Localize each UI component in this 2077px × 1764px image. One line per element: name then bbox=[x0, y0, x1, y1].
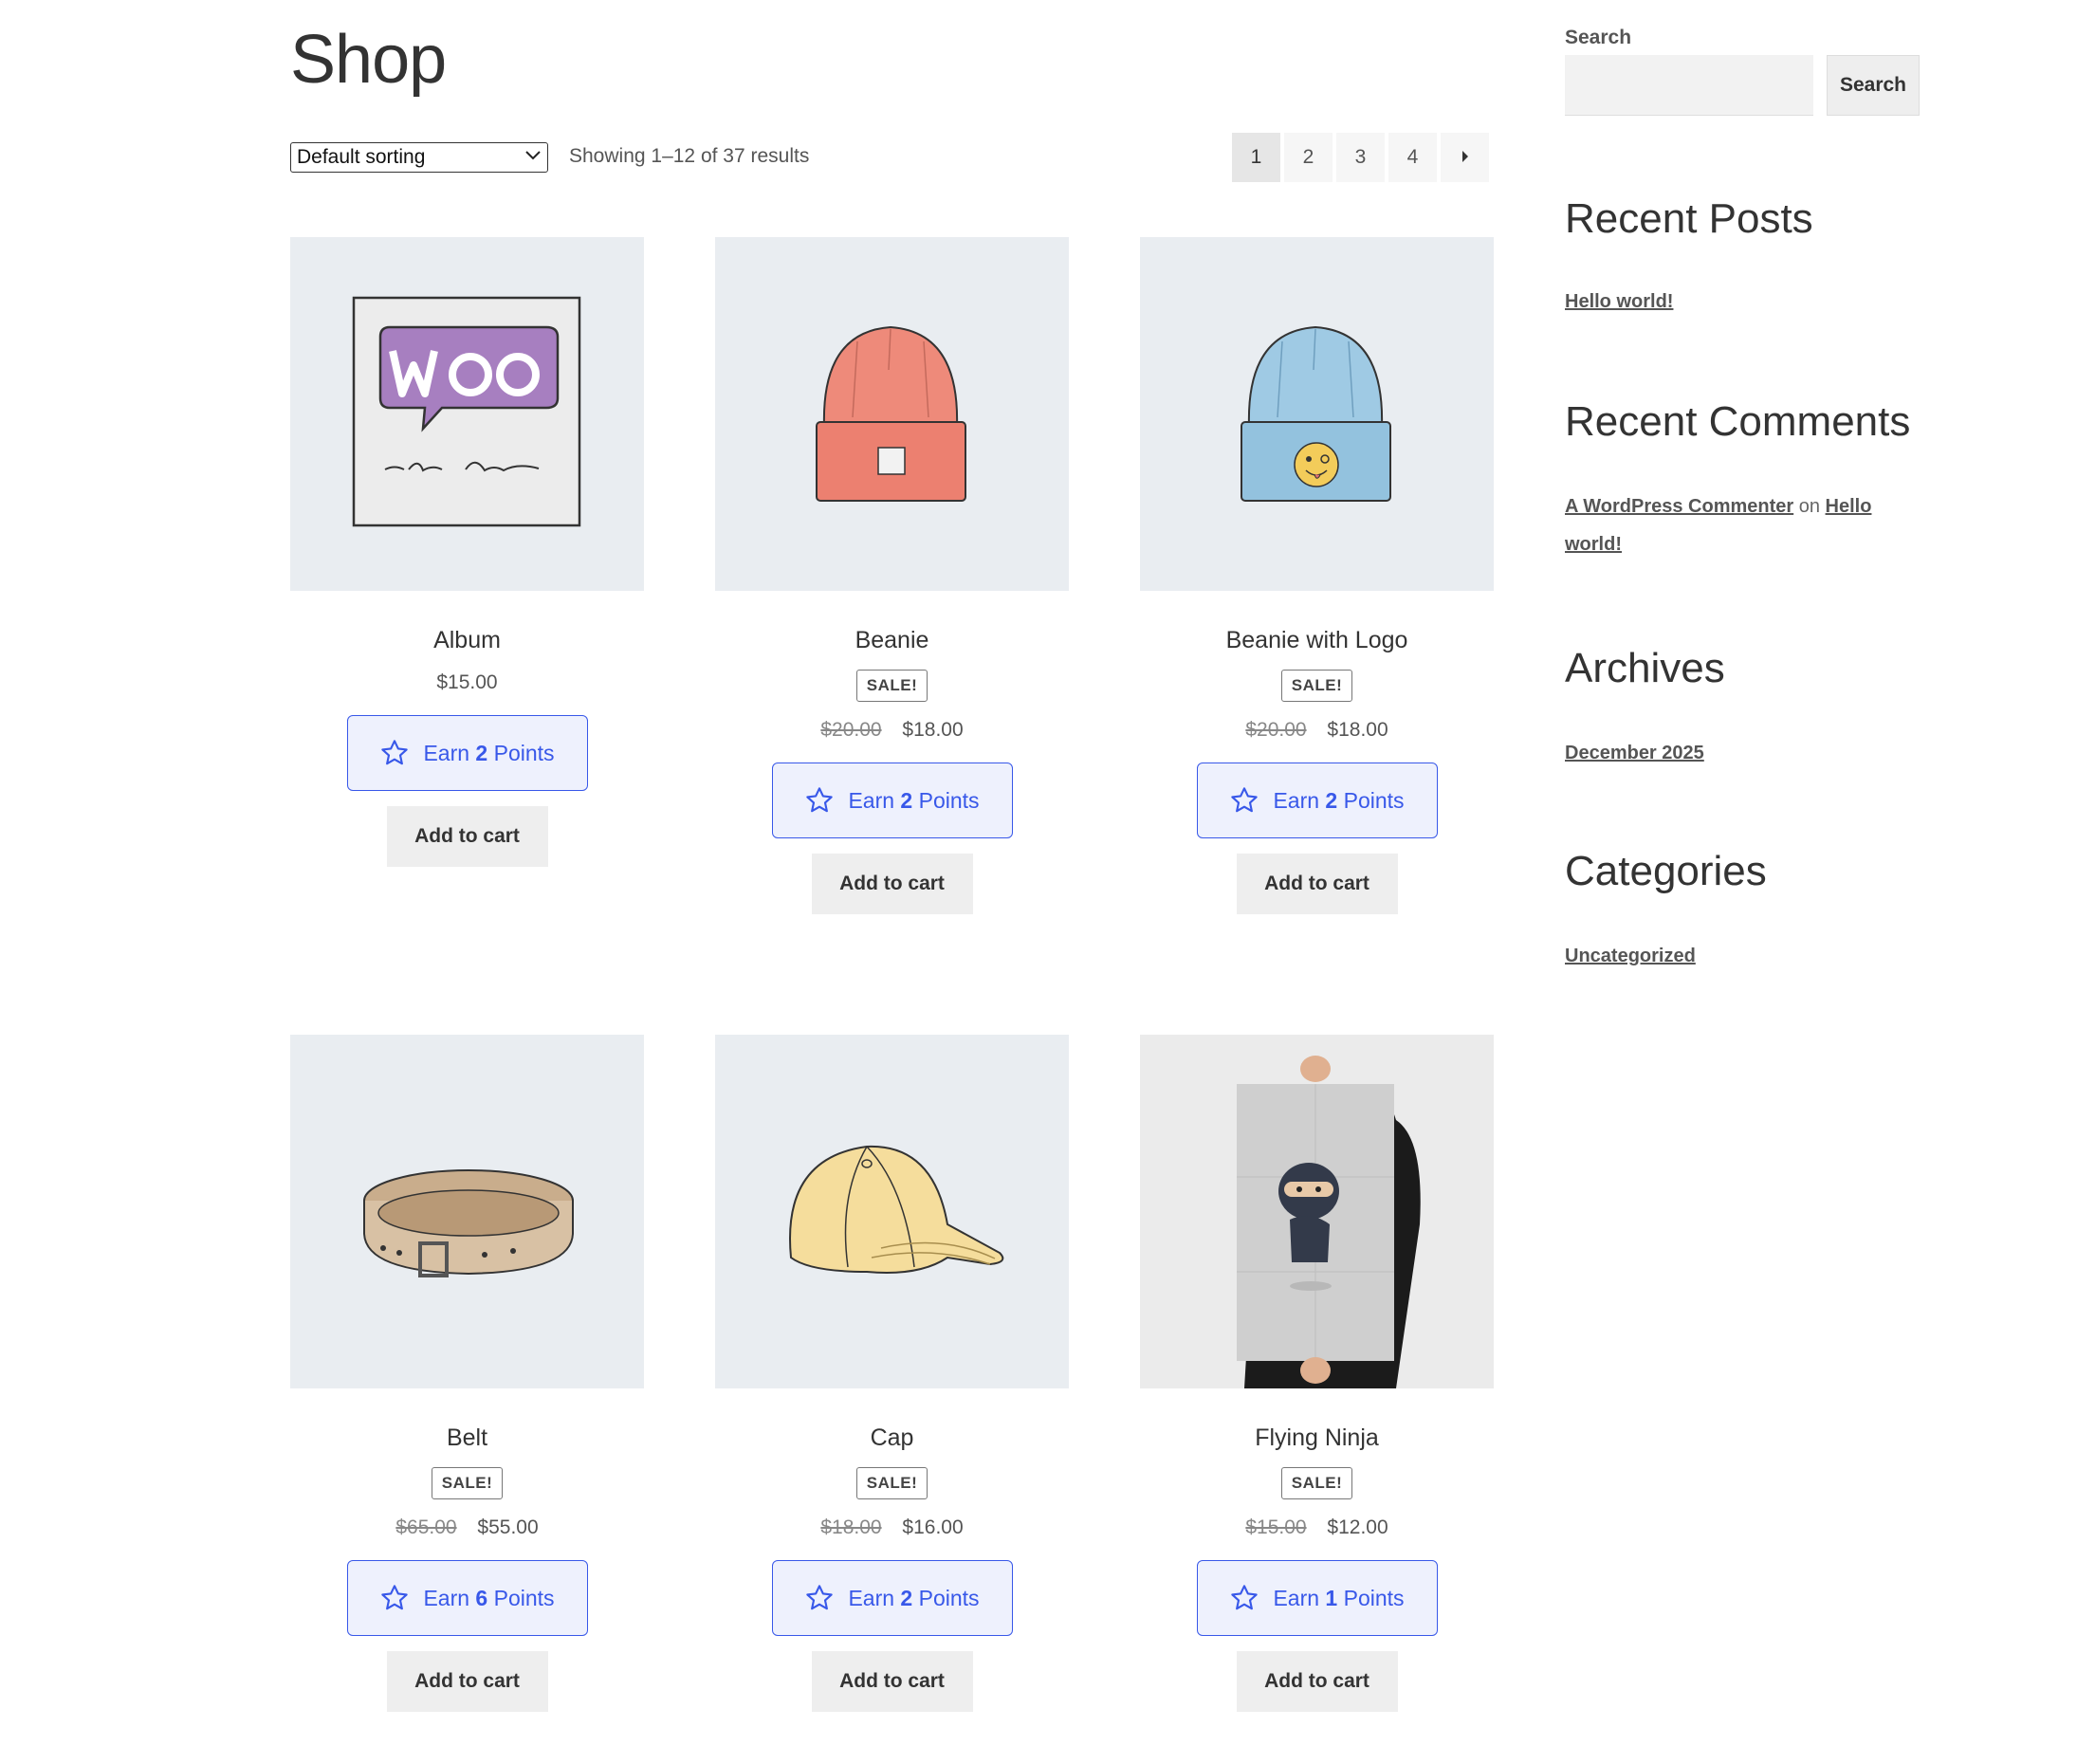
product-name[interactable]: Album bbox=[290, 627, 644, 654]
product-card: Cap SALE! $18.00 $16.00 Earn 2 Points Ad… bbox=[715, 1035, 1069, 1712]
add-to-cart-button[interactable]: Add to cart bbox=[386, 806, 548, 867]
price-original: $20.00 bbox=[1245, 719, 1307, 741]
product-card: Belt SALE! $65.00 $55.00 Earn 6 Points A… bbox=[290, 1035, 644, 1712]
sale-badge: SALE! bbox=[431, 1467, 504, 1499]
product-name[interactable]: Cap bbox=[715, 1424, 1069, 1452]
sale-badge: SALE! bbox=[1280, 1467, 1353, 1499]
product-image[interactable] bbox=[1140, 1035, 1494, 1388]
recent-posts-list: Hello world! bbox=[1565, 283, 1906, 321]
pagination: 1 2 3 4 bbox=[1232, 133, 1489, 182]
earn-label: Earn 2 Points bbox=[1273, 787, 1405, 813]
product-name[interactable]: Flying Ninja bbox=[1140, 1424, 1494, 1452]
price-current: $12.00 bbox=[1327, 1516, 1388, 1538]
comment-author-link[interactable]: A WordPress Commenter bbox=[1565, 496, 1793, 517]
archive-link[interactable]: December 2025 bbox=[1565, 743, 1704, 763]
add-to-cart-button[interactable]: Add to cart bbox=[1236, 854, 1398, 914]
sale-badge: SALE! bbox=[1280, 670, 1353, 702]
categories-list: Uncategorized bbox=[1565, 937, 1906, 975]
product-card: Beanie with Logo SALE! $20.00 $18.00 Ear… bbox=[1140, 237, 1494, 914]
result-count: Showing 1–12 of 37 results bbox=[569, 145, 810, 167]
chevron-down-icon bbox=[524, 149, 542, 166]
product-image[interactable] bbox=[1140, 237, 1494, 591]
product-card: Beanie SALE! $20.00 $18.00 Earn 2 Points… bbox=[715, 237, 1069, 914]
earn-points-button[interactable]: Earn 2 Points bbox=[771, 763, 1013, 838]
product-name[interactable]: Beanie bbox=[715, 627, 1069, 654]
earn-points-button[interactable]: Earn 2 Points bbox=[1196, 763, 1438, 838]
product-image[interactable] bbox=[715, 237, 1069, 591]
price-current: $18.00 bbox=[902, 719, 964, 741]
star-icon bbox=[381, 740, 409, 765]
recent-post-link[interactable]: Hello world! bbox=[1565, 291, 1673, 312]
comment-on-text: on bbox=[1798, 496, 1820, 517]
add-to-cart-button[interactable]: Add to cart bbox=[811, 1651, 973, 1712]
search-label: Search bbox=[1565, 27, 1632, 48]
product-price: $20.00 $18.00 bbox=[715, 719, 1069, 742]
earn-label: Earn 6 Points bbox=[423, 1585, 555, 1610]
sorting-value: Default sorting bbox=[297, 146, 426, 168]
recent-posts-title: Recent Posts bbox=[1565, 195, 1813, 242]
product-price: $20.00 $18.00 bbox=[1140, 719, 1494, 742]
product-price: $15.00 $12.00 bbox=[1140, 1516, 1494, 1539]
star-icon bbox=[381, 1585, 409, 1610]
price-current: $55.00 bbox=[477, 1516, 539, 1538]
caret-right-icon bbox=[1461, 150, 1470, 166]
star-icon bbox=[1231, 1585, 1259, 1610]
price-original: $15.00 bbox=[1245, 1516, 1307, 1538]
earn-points-button[interactable]: Earn 6 Points bbox=[346, 1560, 588, 1636]
page-2[interactable]: 2 bbox=[1284, 133, 1333, 182]
search-button[interactable]: Search bbox=[1827, 55, 1920, 116]
star-icon bbox=[806, 787, 834, 813]
categories-title: Categories bbox=[1565, 848, 1767, 894]
earn-points-button[interactable]: Earn 2 Points bbox=[346, 715, 588, 791]
product-price: $65.00 $55.00 bbox=[290, 1516, 644, 1539]
earn-label: Earn 2 Points bbox=[848, 1585, 980, 1610]
earn-label: Earn 2 Points bbox=[848, 787, 980, 813]
earn-label: Earn 1 Points bbox=[1273, 1585, 1405, 1610]
sorting-select[interactable]: Default sorting bbox=[290, 142, 548, 173]
page-1[interactable]: 1 bbox=[1232, 133, 1280, 182]
search-input[interactable] bbox=[1565, 55, 1813, 116]
recent-comments-title: Recent Comments bbox=[1565, 398, 1911, 445]
add-to-cart-button[interactable]: Add to cart bbox=[386, 1651, 548, 1712]
price-original: $65.00 bbox=[395, 1516, 457, 1538]
sale-badge: SALE! bbox=[855, 1467, 928, 1499]
archives-list: December 2025 bbox=[1565, 734, 1906, 772]
product-image[interactable] bbox=[715, 1035, 1069, 1388]
product-name[interactable]: Beanie with Logo bbox=[1140, 627, 1494, 654]
product-card: Flying Ninja SALE! $15.00 $12.00 Earn 1 … bbox=[1140, 1035, 1494, 1712]
shop-toolbar: Default sorting Showing 1–12 of 37 resul… bbox=[290, 133, 1489, 182]
earn-points-button[interactable]: Earn 1 Points bbox=[1196, 1560, 1438, 1636]
star-icon bbox=[806, 1585, 834, 1610]
price-current: $18.00 bbox=[1327, 719, 1388, 741]
category-link[interactable]: Uncategorized bbox=[1565, 946, 1696, 966]
archives-title: Archives bbox=[1565, 645, 1725, 691]
add-to-cart-button[interactable]: Add to cart bbox=[811, 854, 973, 914]
product-price: $15.00 bbox=[290, 671, 644, 694]
page-3[interactable]: 3 bbox=[1336, 133, 1385, 182]
product-image[interactable] bbox=[290, 237, 644, 591]
price-original: $20.00 bbox=[820, 719, 882, 741]
page-title: Shop bbox=[290, 22, 447, 98]
product-name[interactable]: Belt bbox=[290, 1424, 644, 1452]
add-to-cart-button[interactable]: Add to cart bbox=[1236, 1651, 1398, 1712]
sale-badge: SALE! bbox=[855, 670, 928, 702]
product-image[interactable] bbox=[290, 1035, 644, 1388]
star-icon bbox=[1231, 787, 1259, 813]
recent-comment: A WordPress Commenter on Hello world! bbox=[1565, 487, 1906, 563]
product-card: Album $15.00 Earn 2 Points Add to cart bbox=[290, 237, 644, 867]
next-page-button[interactable] bbox=[1441, 133, 1489, 182]
price-original: $18.00 bbox=[820, 1516, 882, 1538]
product-price: $18.00 $16.00 bbox=[715, 1516, 1069, 1539]
page-4[interactable]: 4 bbox=[1388, 133, 1437, 182]
price-current: $15.00 bbox=[436, 671, 498, 693]
price-current: $16.00 bbox=[902, 1516, 964, 1538]
earn-label: Earn 2 Points bbox=[423, 740, 555, 765]
earn-points-button[interactable]: Earn 2 Points bbox=[771, 1560, 1013, 1636]
